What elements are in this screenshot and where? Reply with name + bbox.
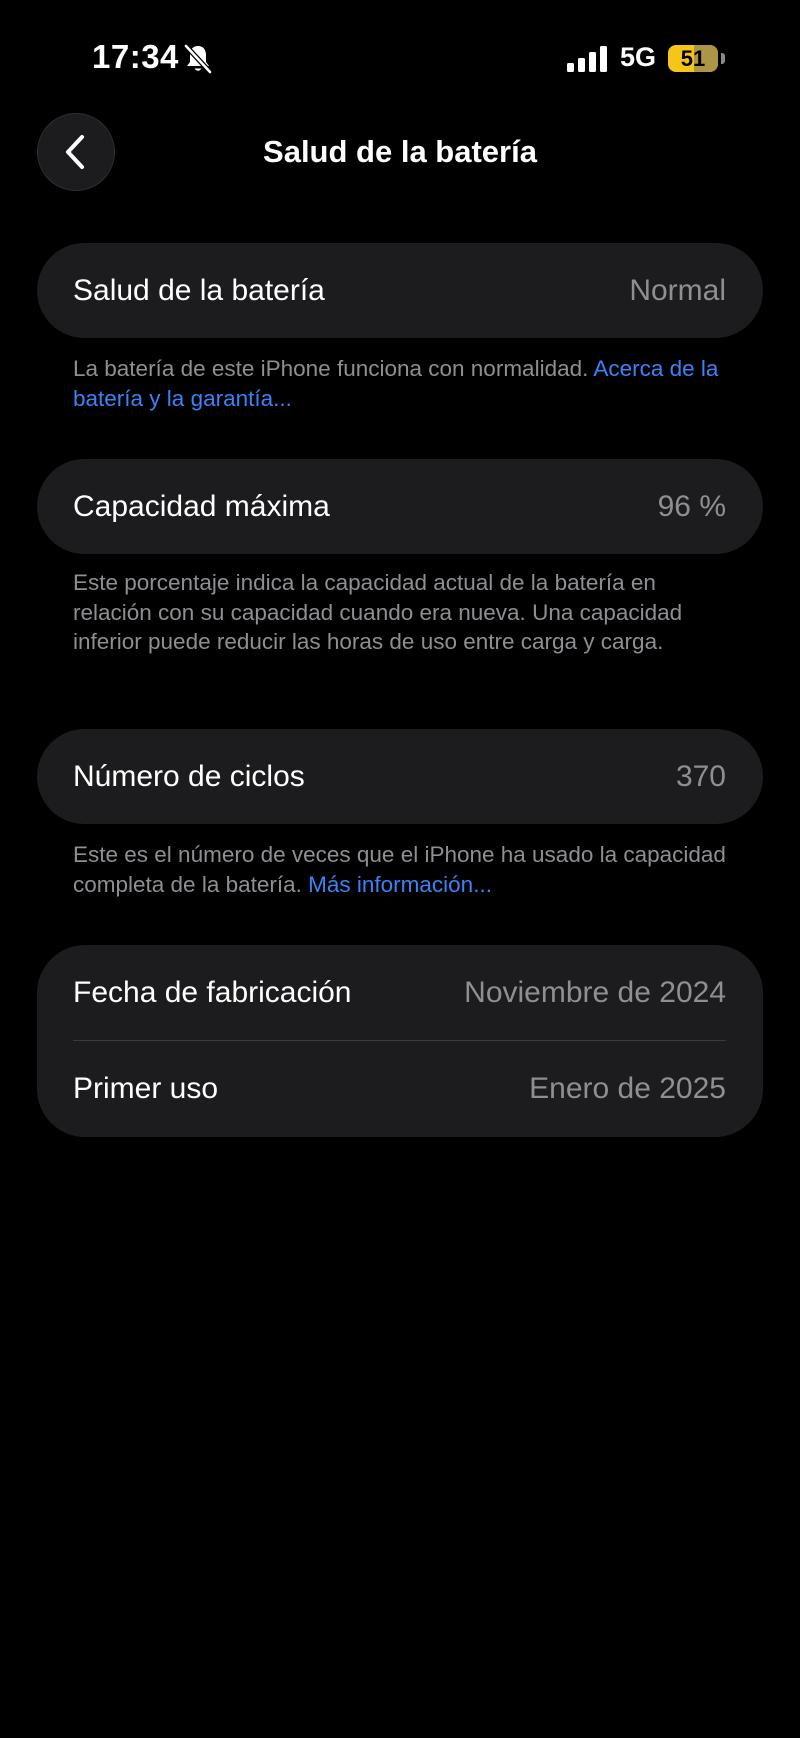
battery-health-card[interactable]: Salud de la batería Normal [37, 243, 763, 338]
battery-level: 51 [680, 45, 706, 71]
battery-indicator: 51 [668, 45, 718, 72]
manufacture-date-label: Fecha de fabricación [73, 976, 352, 1009]
page-title: Salud de la batería [263, 134, 537, 169]
battery-health-label: Salud de la batería [73, 273, 325, 307]
cycle-count-row: Número de ciclos 370 [73, 729, 726, 824]
cellular-signal-icon [567, 46, 607, 72]
battery-health-value: Normal [629, 273, 726, 307]
battery-health-row[interactable]: Salud de la batería Normal [73, 243, 726, 338]
max-capacity-card: Capacidad máxima 96 % [37, 459, 763, 554]
bell-slash-icon [184, 44, 212, 74]
cycle-count-note: Este es el número de veces que el iPhone… [73, 840, 733, 899]
first-use-label: Primer uso [73, 1072, 219, 1105]
manufacture-date-value: Noviembre de 2024 [464, 976, 726, 1009]
first-use-value: Enero de 2025 [529, 1072, 726, 1105]
battery-health-note: La batería de este iPhone funciona con n… [73, 354, 733, 413]
max-capacity-label: Capacidad máxima [73, 489, 330, 523]
more-info-link[interactable]: Más información... [308, 872, 492, 897]
dates-card: Fecha de fabricación Noviembre de 2024 P… [37, 945, 763, 1137]
manufacture-date-row: Fecha de fabricación Noviembre de 2024 [73, 945, 726, 1041]
battery-health-note-text: La batería de este iPhone funciona con n… [73, 356, 594, 381]
max-capacity-value: 96 % [657, 489, 726, 523]
battery-nub [721, 53, 725, 64]
cycle-count-value: 370 [675, 759, 726, 793]
max-capacity-row: Capacidad máxima 96 % [73, 459, 726, 554]
cycle-count-card: Número de ciclos 370 [37, 729, 763, 824]
first-use-row: Primer uso Enero de 2025 [73, 1041, 726, 1137]
cycle-count-label: Número de ciclos [73, 759, 305, 793]
network-type: 5G [620, 42, 657, 72]
max-capacity-note: Este porcentaje indica la capacidad actu… [73, 570, 683, 654]
status-time: 17:34 [92, 38, 179, 75]
